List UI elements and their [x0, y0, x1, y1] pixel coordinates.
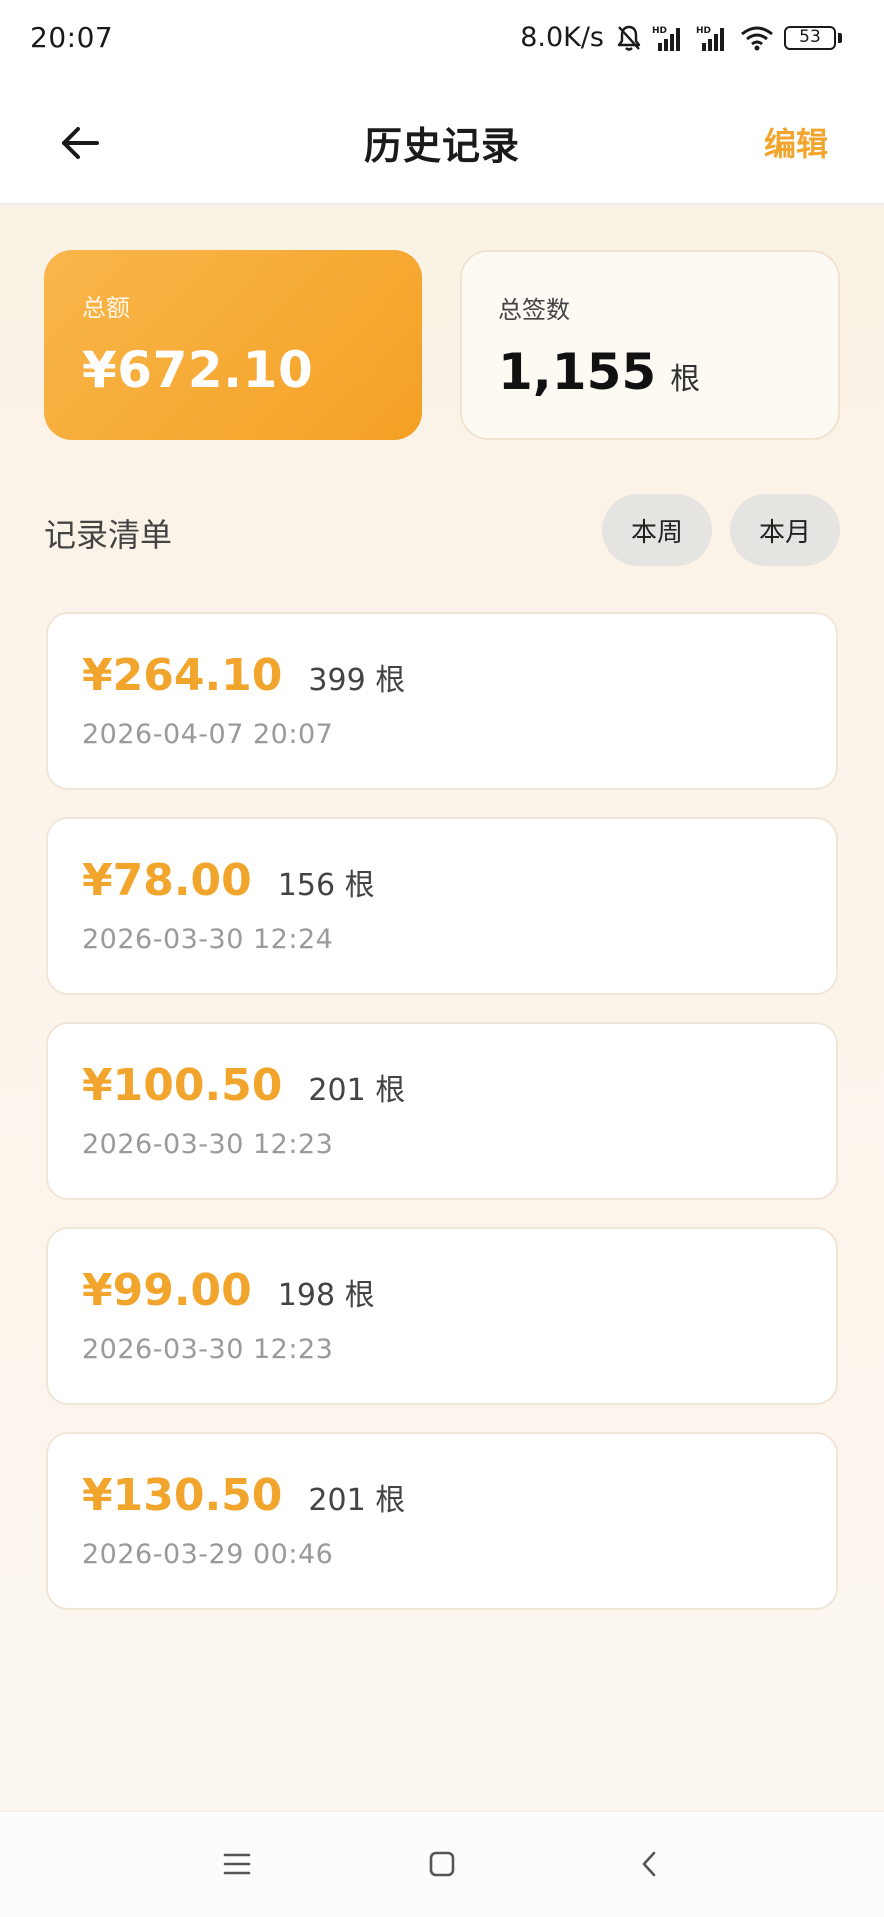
record-top: ¥130.50 201 根: [82, 1470, 836, 1521]
svg-text:HD: HD: [696, 26, 711, 36]
menu-icon: [223, 1853, 251, 1875]
status-bar: 20:07 8.0K/s HD HD 53: [0, 0, 884, 75]
signal-hd-icon-2: HD: [696, 24, 730, 52]
back-icon: [642, 1851, 656, 1877]
total-amount-label: 总额: [82, 294, 130, 322]
record-time: 2026-03-29 00:46: [82, 1539, 334, 1570]
battery-level: 53: [784, 25, 836, 50]
record-time: 2026-03-30 12:23: [82, 1334, 334, 1365]
total-count-value: 1,155: [498, 343, 657, 401]
nav-home-button[interactable]: [420, 1842, 464, 1886]
record-list: ¥264.10 399 根 2026-04-07 20:07 ¥78.00 15…: [46, 612, 838, 1637]
list-item[interactable]: ¥264.10 399 根 2026-04-07 20:07: [46, 612, 838, 790]
record-top: ¥264.10 399 根: [82, 650, 836, 701]
bell-off-icon: [616, 24, 642, 52]
net-speed: 8.0K/s: [520, 22, 604, 53]
total-amount-value: ¥672.10: [82, 341, 314, 399]
filter-this-month-button[interactable]: 本月: [730, 494, 840, 566]
record-amount: ¥78.00: [82, 855, 252, 906]
total-count-row: 1,155 根: [498, 343, 838, 401]
page-title: 历史记录: [363, 124, 520, 168]
svg-text:HD: HD: [652, 26, 667, 36]
list-item[interactable]: ¥130.50 201 根 2026-03-29 00:46: [46, 1432, 838, 1610]
nav-back-button[interactable]: [627, 1842, 671, 1886]
filter-this-week-button[interactable]: 本周: [602, 494, 712, 566]
record-amount: ¥264.10: [82, 650, 283, 701]
battery-tip: [838, 32, 842, 43]
list-item[interactable]: ¥78.00 156 根 2026-03-30 12:24: [46, 817, 838, 995]
wifi-icon: [740, 25, 774, 51]
system-nav-bar: [0, 1811, 884, 1917]
record-top: ¥99.00 198 根: [82, 1265, 836, 1316]
total-count-label: 总签数: [498, 296, 570, 324]
record-amount: ¥100.50: [82, 1060, 283, 1111]
status-right: 8.0K/s HD HD 53: [520, 22, 842, 53]
record-count: 198 根: [277, 1278, 375, 1313]
record-amount: ¥130.50: [82, 1470, 283, 1521]
record-count: 399 根: [308, 663, 406, 698]
app-header: 历史记录 编辑: [0, 75, 884, 205]
battery-icon: 53: [784, 25, 842, 50]
signal-hd-icon: HD: [652, 24, 686, 52]
record-count: 201 根: [308, 1483, 406, 1518]
screen: 20:07 8.0K/s HD HD 53 历史记录 编辑 总额 ¥672.10…: [0, 0, 884, 1917]
home-icon: [429, 1851, 455, 1877]
status-time: 20:07: [30, 21, 114, 54]
nav-menu-button[interactable]: [215, 1842, 259, 1886]
total-count-card: 总签数 1,155 根: [460, 250, 840, 440]
records-header: 记录清单 本周 本月: [44, 494, 840, 566]
record-time: 2026-03-30 12:24: [82, 924, 334, 955]
total-amount-card: 总额 ¥672.10: [44, 250, 422, 440]
list-item[interactable]: ¥100.50 201 根 2026-03-30 12:23: [46, 1022, 838, 1200]
record-amount: ¥99.00: [82, 1265, 252, 1316]
total-count-unit: 根: [670, 362, 701, 397]
record-top: ¥100.50 201 根: [82, 1060, 836, 1111]
record-count: 201 根: [308, 1073, 406, 1108]
record-count: 156 根: [277, 868, 375, 903]
record-time: 2026-04-07 20:07: [82, 719, 334, 750]
records-title: 记录清单: [44, 516, 173, 554]
edit-button[interactable]: 编辑: [764, 119, 828, 165]
record-top: ¥78.00 156 根: [82, 855, 836, 906]
record-time: 2026-03-30 12:23: [82, 1129, 334, 1160]
summary-cards: 总额 ¥672.10 总签数 1,155 根: [44, 250, 840, 440]
list-item[interactable]: ¥99.00 198 根 2026-03-30 12:23: [46, 1227, 838, 1405]
